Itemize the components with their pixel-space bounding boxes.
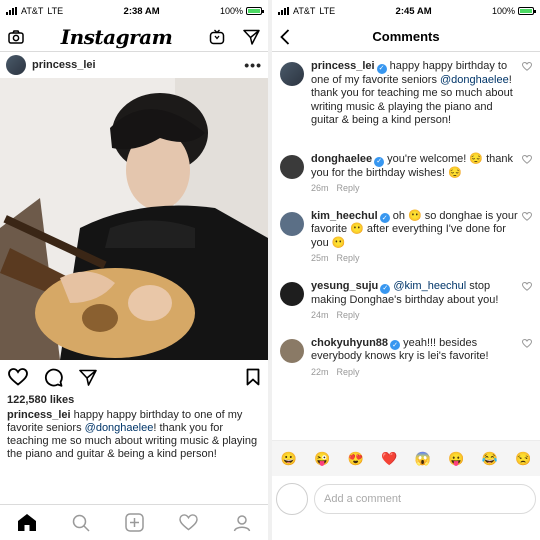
avatar[interactable] xyxy=(280,281,304,306)
back-chevron-icon[interactable] xyxy=(280,29,290,45)
emoji-button[interactable]: ❤️ xyxy=(381,451,397,467)
avatar xyxy=(276,483,308,515)
like-comment-heart-icon[interactable] xyxy=(522,281,532,291)
like-count[interactable]: 122,580 likes xyxy=(0,394,268,408)
activity-heart-icon[interactable] xyxy=(179,514,198,531)
carrier: AT&T xyxy=(293,6,316,16)
post-actions xyxy=(0,360,268,394)
signal-icon xyxy=(278,7,289,15)
verified-badge-icon: ✓ xyxy=(376,63,387,74)
reply-button[interactable]: Reply xyxy=(337,252,360,266)
emoji-button[interactable]: 😀 xyxy=(281,451,297,467)
caption-username[interactable]: princess_lei xyxy=(7,409,71,421)
comment-username[interactable]: donghaelee xyxy=(311,153,372,165)
emoji-button[interactable]: 😂 xyxy=(482,451,498,467)
instagram-logo: Instagram xyxy=(60,24,173,49)
comment-time: 24m xyxy=(311,310,329,320)
verified-badge-icon: ✓ xyxy=(379,213,390,224)
verified-badge-icon: ✓ xyxy=(390,340,401,351)
carrier: AT&T xyxy=(21,6,44,16)
app-header: Instagram xyxy=(0,22,268,52)
comment-item: donghaelee ✓ you're welcome! 😔 thank you … xyxy=(272,153,540,196)
reply-button[interactable]: Reply xyxy=(337,309,360,323)
caption-mention[interactable]: @donghaelee xyxy=(85,422,154,434)
battery-icon xyxy=(245,7,264,15)
post-header: princess_lei ••• xyxy=(0,52,268,78)
comments-header: Comments xyxy=(272,22,540,52)
comment-username[interactable]: princess_lei xyxy=(311,60,375,72)
emoji-button[interactable]: 😱 xyxy=(415,451,431,467)
battery-percent: 100% xyxy=(491,6,515,16)
comment-input[interactable]: Add a comment xyxy=(314,484,536,514)
comment-username[interactable]: yesung_suju xyxy=(311,280,378,292)
emoji-button[interactable]: 😛 xyxy=(448,451,464,467)
caption-comment: princess_lei ✓ happy happy birthday to on… xyxy=(272,60,540,128)
more-options-icon[interactable]: ••• xyxy=(244,57,262,73)
post-username[interactable]: princess_lei xyxy=(32,59,238,71)
comments-screen: AT&T LTE 2:45 AM 100% Comments princess_… xyxy=(272,0,540,540)
comment-mention[interactable]: @kim_heechul xyxy=(393,280,466,292)
comment-composer: Add a comment xyxy=(272,476,540,522)
avatar[interactable] xyxy=(280,211,304,236)
signal-icon xyxy=(6,7,17,15)
verified-badge-icon: ✓ xyxy=(380,283,391,294)
status-time: 2:45 AM xyxy=(395,5,432,17)
home-icon[interactable] xyxy=(17,513,37,532)
avatar[interactable] xyxy=(280,154,304,179)
igtv-icon[interactable] xyxy=(209,29,225,45)
post-caption: princess_lei happy happy birthday to one… xyxy=(0,408,268,462)
verified-badge-icon: ✓ xyxy=(374,156,385,167)
battery-icon xyxy=(517,7,536,15)
emoji-button[interactable]: 😒 xyxy=(515,451,531,467)
add-post-icon[interactable] xyxy=(125,513,144,532)
network: LTE xyxy=(319,6,336,16)
comment-time: 25m xyxy=(311,253,329,264)
comment-username[interactable]: chokyuhyun88 xyxy=(311,337,388,349)
status-bar: AT&T LTE 2:38 AM 100% xyxy=(0,0,268,22)
guitar-player-photo xyxy=(0,78,268,360)
comment-time: 22m xyxy=(311,366,329,377)
comment-mention[interactable]: @donghaelee xyxy=(440,74,509,86)
comment-item: yesung_suju ✓ @kim_heechul stop making Do… xyxy=(272,280,540,323)
avatar[interactable] xyxy=(280,62,304,86)
emoji-button[interactable]: 😍 xyxy=(348,451,364,467)
reply-button[interactable]: Reply xyxy=(337,366,360,380)
like-heart-icon[interactable] xyxy=(8,368,28,386)
battery-percent: 100% xyxy=(219,6,243,16)
status-time: 2:38 AM xyxy=(123,5,160,17)
comment-item: chokyuhyun88 ✓ yeah!!! besides everybody … xyxy=(272,337,540,380)
emoji-button[interactable]: 😜 xyxy=(314,451,330,467)
reply-button[interactable]: Reply xyxy=(337,182,360,196)
like-comment-heart-icon[interactable] xyxy=(522,62,532,71)
camera-icon[interactable] xyxy=(8,29,24,44)
avatar[interactable] xyxy=(280,338,304,363)
bookmark-icon[interactable] xyxy=(246,368,260,386)
like-comment-heart-icon[interactable] xyxy=(522,211,532,221)
status-bar: AT&T LTE 2:45 AM 100% xyxy=(272,0,540,22)
comment-time: 26m xyxy=(311,183,329,193)
bottom-tab-bar xyxy=(0,504,268,540)
avatar[interactable] xyxy=(6,55,26,75)
network: LTE xyxy=(47,6,64,16)
emoji-quick-bar: 😀 😜 😍 ❤️ 😱 😛 😂 😒 xyxy=(272,440,540,476)
profile-icon[interactable] xyxy=(233,514,251,532)
comment-item: kim_heechul ✓ oh 😶 so donghae is your fav… xyxy=(272,210,540,266)
comment-bubble-icon[interactable] xyxy=(44,368,63,387)
direct-message-icon[interactable] xyxy=(243,29,260,45)
like-comment-heart-icon[interactable] xyxy=(522,154,532,164)
share-icon[interactable] xyxy=(79,369,97,386)
like-comment-heart-icon[interactable] xyxy=(522,338,532,348)
instagram-feed-screen: AT&T LTE 2:38 AM 100% Instagram princess… xyxy=(0,0,268,540)
comment-username[interactable]: kim_heechul xyxy=(311,210,378,222)
post-photo[interactable] xyxy=(0,78,268,360)
page-title: Comments xyxy=(372,29,440,44)
search-icon[interactable] xyxy=(72,514,90,532)
